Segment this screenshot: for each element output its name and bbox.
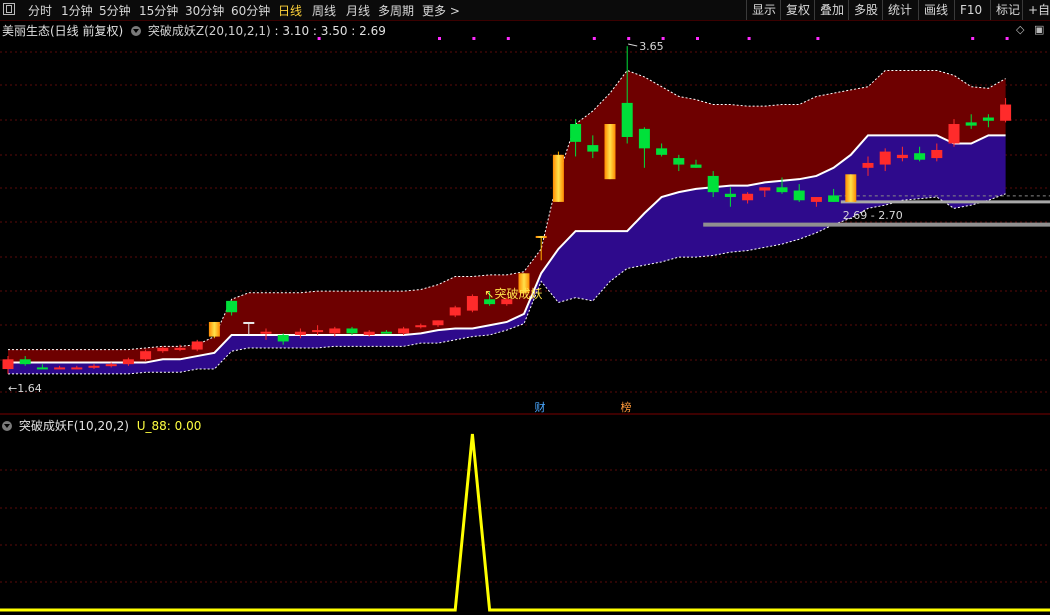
candle-body-15 bbox=[260, 331, 272, 334]
candle-body-48 bbox=[828, 195, 840, 202]
event-marker-0 bbox=[317, 37, 321, 40]
main-chart[interactable]: 3.65 ←1.64 2.69 - 2.70 ↖突破成妖 bbox=[0, 0, 1050, 415]
event-marker-11 bbox=[1005, 37, 1009, 40]
candle-body-26 bbox=[449, 307, 461, 316]
lower-band-area bbox=[8, 135, 1006, 374]
candle-body-42 bbox=[724, 193, 736, 198]
ranking-tag[interactable]: 榜 bbox=[619, 401, 633, 415]
candle-body-44 bbox=[759, 187, 771, 191]
candle-body-52 bbox=[896, 154, 908, 159]
candle-body-18 bbox=[312, 330, 324, 333]
candle-body-36 bbox=[621, 102, 633, 137]
candle-body-22 bbox=[380, 331, 392, 334]
event-marker-5 bbox=[627, 37, 631, 40]
candle-body-56 bbox=[965, 122, 977, 126]
candle-body-57 bbox=[982, 117, 994, 121]
event-marker-2 bbox=[472, 37, 476, 40]
max-price-label: 3.65 bbox=[639, 40, 664, 53]
event-marker-8 bbox=[747, 37, 751, 40]
candle-27 bbox=[466, 294, 478, 313]
candle-body-1 bbox=[19, 359, 31, 365]
candle-body-9 bbox=[157, 347, 169, 352]
sub-indicator-name[interactable]: 突破成妖F(10,20,2) bbox=[19, 419, 129, 433]
candle-body-0 bbox=[2, 359, 14, 370]
candle-body-54 bbox=[931, 149, 943, 159]
candle-body-50 bbox=[862, 162, 874, 168]
candle-body-5 bbox=[88, 365, 100, 368]
finance-tag[interactable]: 财 bbox=[533, 401, 547, 415]
candle-35 bbox=[604, 124, 616, 180]
candle-body-55 bbox=[948, 124, 960, 144]
min-price-label: ←1.64 bbox=[8, 382, 42, 395]
candle-body-25 bbox=[432, 320, 444, 326]
candle-body-27 bbox=[466, 296, 478, 311]
candle-body-58 bbox=[1000, 104, 1012, 121]
candle-body-51 bbox=[879, 151, 891, 165]
range-label: 2.69 - 2.70 bbox=[843, 209, 903, 222]
candle-body-6 bbox=[105, 364, 117, 367]
candle-49 bbox=[845, 174, 857, 202]
candle-body-34 bbox=[587, 145, 599, 152]
candle-body-3 bbox=[54, 367, 66, 370]
candle-body-31 bbox=[535, 235, 547, 238]
candle-body-35 bbox=[604, 124, 616, 180]
candle-body-38 bbox=[656, 148, 668, 155]
candle-body-40 bbox=[690, 164, 702, 168]
candle-body-45 bbox=[776, 187, 788, 193]
sub-title-row: 突破成妖F(10,20,2) U_88: 0.00 bbox=[2, 417, 201, 434]
candle-body-47 bbox=[810, 197, 822, 202]
candle-body-8 bbox=[140, 351, 152, 360]
candle-body-49 bbox=[845, 174, 857, 202]
candle-body-4 bbox=[71, 367, 83, 370]
candle-body-13 bbox=[226, 300, 238, 313]
candle-body-39 bbox=[673, 158, 685, 165]
candle-body-33 bbox=[570, 124, 582, 142]
signal-label: ↖突破成妖 bbox=[484, 286, 542, 301]
candle-11 bbox=[191, 339, 203, 352]
candle-body-16 bbox=[277, 334, 289, 342]
candle-body-12 bbox=[208, 321, 220, 337]
event-marker-1 bbox=[438, 37, 441, 40]
candle-body-41 bbox=[707, 175, 719, 193]
candle-body-43 bbox=[742, 193, 754, 201]
candle-body-23 bbox=[398, 328, 410, 334]
candle-12 bbox=[208, 321, 220, 339]
sub-indicator-value: U_88: 0.00 bbox=[136, 419, 202, 433]
candle-body-53 bbox=[914, 153, 926, 160]
event-marker-7 bbox=[696, 37, 699, 40]
candle-8 bbox=[140, 349, 152, 361]
event-marker-3 bbox=[506, 37, 510, 40]
candle-body-19 bbox=[329, 328, 341, 334]
candle-body-32 bbox=[552, 154, 564, 202]
candle-body-14 bbox=[243, 321, 255, 324]
candle-32 bbox=[552, 151, 564, 202]
candle-body-11 bbox=[191, 341, 203, 350]
candle-26 bbox=[449, 305, 461, 318]
candle-body-24 bbox=[415, 325, 427, 328]
candle-body-10 bbox=[174, 347, 186, 350]
max-price-pointer bbox=[628, 43, 638, 47]
candle-body-46 bbox=[793, 190, 805, 201]
candle-body-37 bbox=[638, 128, 650, 149]
event-marker-10 bbox=[971, 37, 975, 40]
sub-indicator-menu-icon[interactable] bbox=[2, 421, 12, 431]
candle-body-7 bbox=[122, 359, 134, 365]
event-marker-9 bbox=[816, 37, 820, 40]
candle-body-17 bbox=[294, 331, 306, 335]
candle-body-2 bbox=[36, 367, 48, 370]
u88-line bbox=[0, 433, 1050, 612]
candle-body-20 bbox=[346, 328, 358, 334]
candle-body-21 bbox=[363, 331, 375, 335]
event-marker-4 bbox=[592, 37, 596, 40]
